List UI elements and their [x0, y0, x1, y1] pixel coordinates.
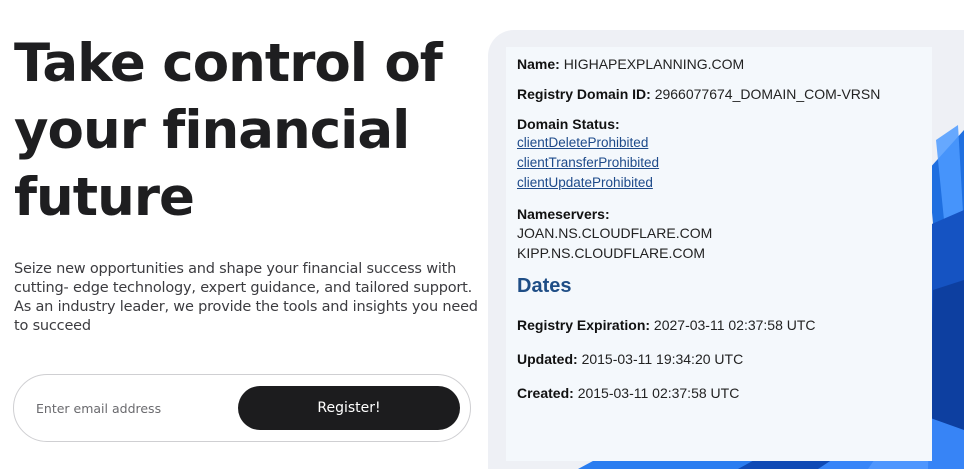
hero-description: Seize new opportunities and shape your f… — [14, 261, 478, 334]
email-signup-form: Register! — [13, 374, 471, 442]
email-input[interactable] — [36, 397, 236, 419]
hero-title-line: Take control of — [14, 33, 443, 94]
whois-status-row: Domain Status: clientDeleteProhibited cl… — [517, 115, 920, 193]
whois-name-row: Name: HIGHAPEXPLANNING.COM — [517, 55, 920, 73]
whois-name-value: HIGHAPEXPLANNING.COM — [563, 56, 745, 72]
whois-nameservers-row: Nameservers: JOAN.NS.CLOUDFLARE.COM KIPP… — [517, 205, 920, 263]
whois-updated-value: 2015-03-11 19:34:20 UTC — [581, 351, 744, 367]
whois-expiration-row: Registry Expiration: 2027-03-11 02:37:58… — [517, 316, 920, 334]
whois-updated-label: Updated: — [517, 351, 578, 367]
nameserver-item: KIPP.NS.CLOUDFLARE.COM — [517, 245, 706, 261]
nameserver-list: JOAN.NS.CLOUDFLARE.COM KIPP.NS.CLOUDFLAR… — [517, 223, 920, 263]
hero-title-line: your financial — [14, 100, 410, 161]
whois-status-label: Domain Status: — [517, 116, 620, 132]
whois-name-label: Name: — [517, 56, 560, 72]
status-link[interactable]: clientUpdateProhibited — [517, 173, 920, 193]
nameserver-item: JOAN.NS.CLOUDFLARE.COM — [517, 225, 713, 241]
hero-title-line: future — [14, 167, 195, 228]
whois-registry-id-label: Registry Domain ID: — [517, 86, 651, 102]
hero-title: Take control of your financial future — [14, 30, 484, 231]
register-button[interactable]: Register! — [238, 386, 460, 430]
whois-registry-id-value: 2966077674_DOMAIN_COM-VRSN — [654, 86, 881, 102]
whois-nameservers-label: Nameservers: — [517, 206, 610, 222]
whois-created-value: 2015-03-11 02:37:58 UTC — [577, 385, 740, 401]
whois-expiration-value: 2027-03-11 02:37:58 UTC — [653, 317, 816, 333]
whois-status-list: clientDeleteProhibited clientTransferPro… — [517, 133, 920, 193]
whois-updated-row: Updated: 2015-03-11 19:34:20 UTC — [517, 350, 920, 368]
dates-heading: Dates — [517, 275, 572, 297]
status-link[interactable]: clientDeleteProhibited — [517, 133, 920, 153]
status-link[interactable]: clientTransferProhibited — [517, 153, 920, 173]
whois-panel: Name: HIGHAPEXPLANNING.COM Registry Doma… — [506, 47, 932, 461]
whois-created-label: Created: — [517, 385, 574, 401]
whois-created-row: Created: 2015-03-11 02:37:58 UTC — [517, 384, 920, 402]
whois-expiration-label: Registry Expiration: — [517, 317, 651, 333]
whois-registry-id-row: Registry Domain ID: 2966077674_DOMAIN_CO… — [517, 85, 920, 103]
